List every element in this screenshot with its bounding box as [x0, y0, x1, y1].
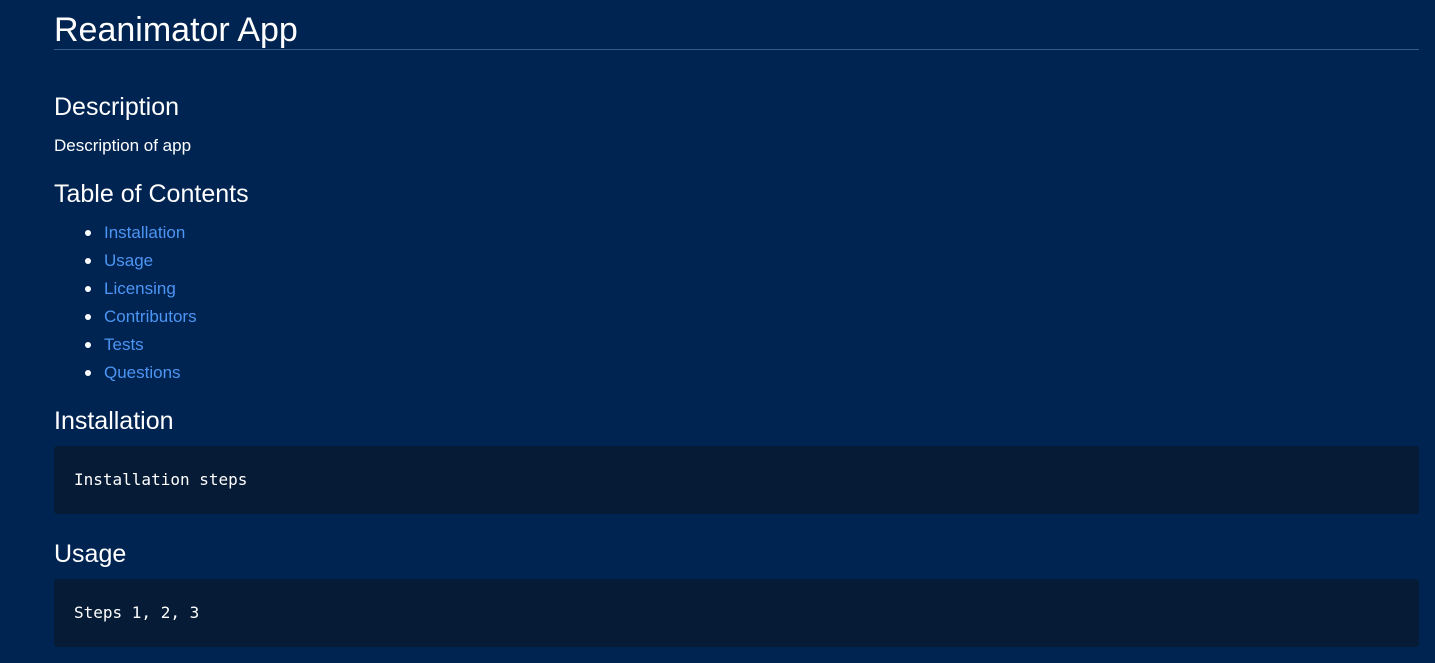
toc-link-tests[interactable]: Tests	[104, 335, 144, 354]
toc-item-licensing: Licensing	[54, 277, 197, 305]
bullet-icon	[85, 258, 91, 264]
installation-heading: Installation	[54, 407, 174, 435]
usage-code-block: Steps 1, 2, 3	[54, 579, 1419, 647]
toc-heading: Table of Contents	[54, 180, 249, 208]
bullet-icon	[85, 370, 91, 376]
toc-item-installation: Installation	[54, 221, 197, 249]
page-title: Reanimator App	[54, 0, 1419, 50]
readme-content: Reanimator App Description Description o…	[54, 0, 1419, 647]
toc-link-questions[interactable]: Questions	[104, 363, 181, 382]
description-heading: Description	[54, 93, 180, 121]
page: Reanimator App Description Description o…	[0, 0, 1435, 663]
toc-link-contributors[interactable]: Contributors	[104, 307, 197, 326]
installation-code-block: Installation steps	[54, 446, 1419, 514]
toc-item-tests: Tests	[54, 333, 197, 361]
toc-item-contributors: Contributors	[54, 305, 197, 333]
description-text: Description of app	[54, 136, 192, 155]
toc-link-installation[interactable]: Installation	[104, 223, 185, 242]
bullet-icon	[85, 286, 91, 292]
toc-item-questions: Questions	[54, 361, 197, 389]
bullet-icon	[85, 314, 91, 320]
usage-heading: Usage	[54, 540, 127, 568]
bullet-icon	[85, 230, 91, 236]
toc-link-licensing[interactable]: Licensing	[104, 279, 176, 298]
toc-list: Installation Usage Licensing Contributor…	[54, 221, 197, 389]
toc-link-usage[interactable]: Usage	[104, 251, 153, 270]
bullet-icon	[85, 342, 91, 348]
toc-item-usage: Usage	[54, 249, 197, 277]
